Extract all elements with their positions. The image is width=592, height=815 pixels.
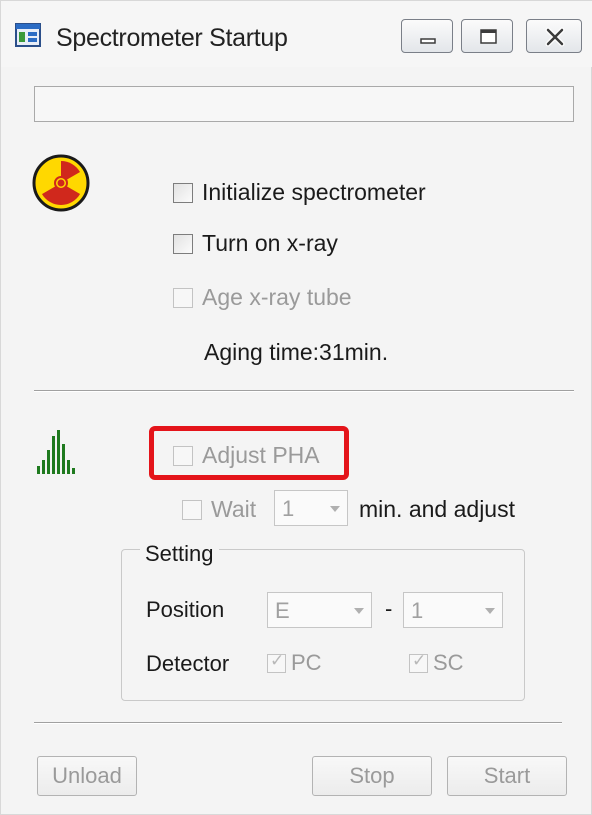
unload-button[interactable]: Unload (37, 756, 137, 796)
select-value: 1 (411, 598, 424, 623)
checkbox-label: Age x-ray tube (202, 284, 352, 310)
position-separator: - (385, 596, 393, 621)
setting-group-label: Setting (140, 541, 219, 567)
checkmark-icon: ✓ (270, 650, 285, 670)
app-icon (15, 23, 41, 47)
detector-sc-checkbox[interactable]: ✓ SC (409, 650, 464, 676)
stop-button[interactable]: Stop (312, 756, 432, 796)
select-value: 1 (282, 496, 295, 521)
age-xray-tube-checkbox[interactable]: Age x-ray tube (173, 284, 352, 311)
window-title: Spectrometer Startup (56, 24, 288, 52)
detector-pc-checkbox[interactable]: ✓ PC (267, 650, 322, 676)
status-bar (34, 86, 574, 122)
adjust-pha-highlight (149, 426, 349, 480)
start-button[interactable]: Start (447, 756, 567, 796)
checkbox-box (173, 233, 193, 254)
checkbox-label: Initialize spectrometer (202, 179, 426, 205)
checkbox-label: SC (433, 650, 464, 675)
checkmark-icon: ✓ (412, 650, 427, 670)
checkbox-label: PC (291, 650, 322, 675)
maximize-button[interactable] (461, 19, 513, 53)
radiation-icon (32, 154, 90, 212)
aging-time-label: Aging time:31min. (204, 339, 389, 365)
wait-checkbox[interactable]: Wait (182, 496, 256, 523)
checkbox-box (173, 287, 193, 308)
checkbox-box: ✓ (267, 650, 286, 673)
chevron-down-icon (485, 608, 495, 614)
detector-label: Detector (146, 651, 230, 676)
checkbox-box (173, 182, 193, 203)
spectrum-peaks-icon (37, 430, 75, 474)
maximize-icon (480, 29, 497, 44)
checkbox-label: Turn on x-ray (202, 230, 338, 256)
close-icon (545, 27, 565, 47)
chevron-down-icon (330, 506, 340, 512)
minimize-icon (420, 38, 436, 44)
turn-on-xray-checkbox[interactable]: Turn on x-ray (173, 230, 338, 257)
select-value: E (275, 598, 290, 623)
initialize-spectrometer-checkbox[interactable]: Initialize spectrometer (173, 179, 426, 206)
section-divider (34, 390, 574, 392)
position-select-1[interactable]: E (267, 592, 372, 628)
position-label: Position (146, 597, 225, 622)
spectrometer-startup-dialog: Spectrometer Startup Initialize spectrom… (0, 0, 592, 815)
checkbox-label: Wait (211, 496, 257, 522)
minimize-button[interactable] (401, 19, 453, 53)
title-bar[interactable]: Spectrometer Startup (1, 1, 592, 67)
position-select-2[interactable]: 1 (403, 592, 503, 628)
close-button[interactable] (526, 19, 582, 53)
checkbox-box: ✓ (409, 650, 428, 673)
wait-minutes-select[interactable]: 1 (274, 490, 348, 526)
wait-suffix-label: min. and adjust (359, 496, 515, 522)
chevron-down-icon (354, 608, 364, 614)
checkbox-box (182, 499, 202, 520)
bottom-divider (34, 722, 562, 724)
